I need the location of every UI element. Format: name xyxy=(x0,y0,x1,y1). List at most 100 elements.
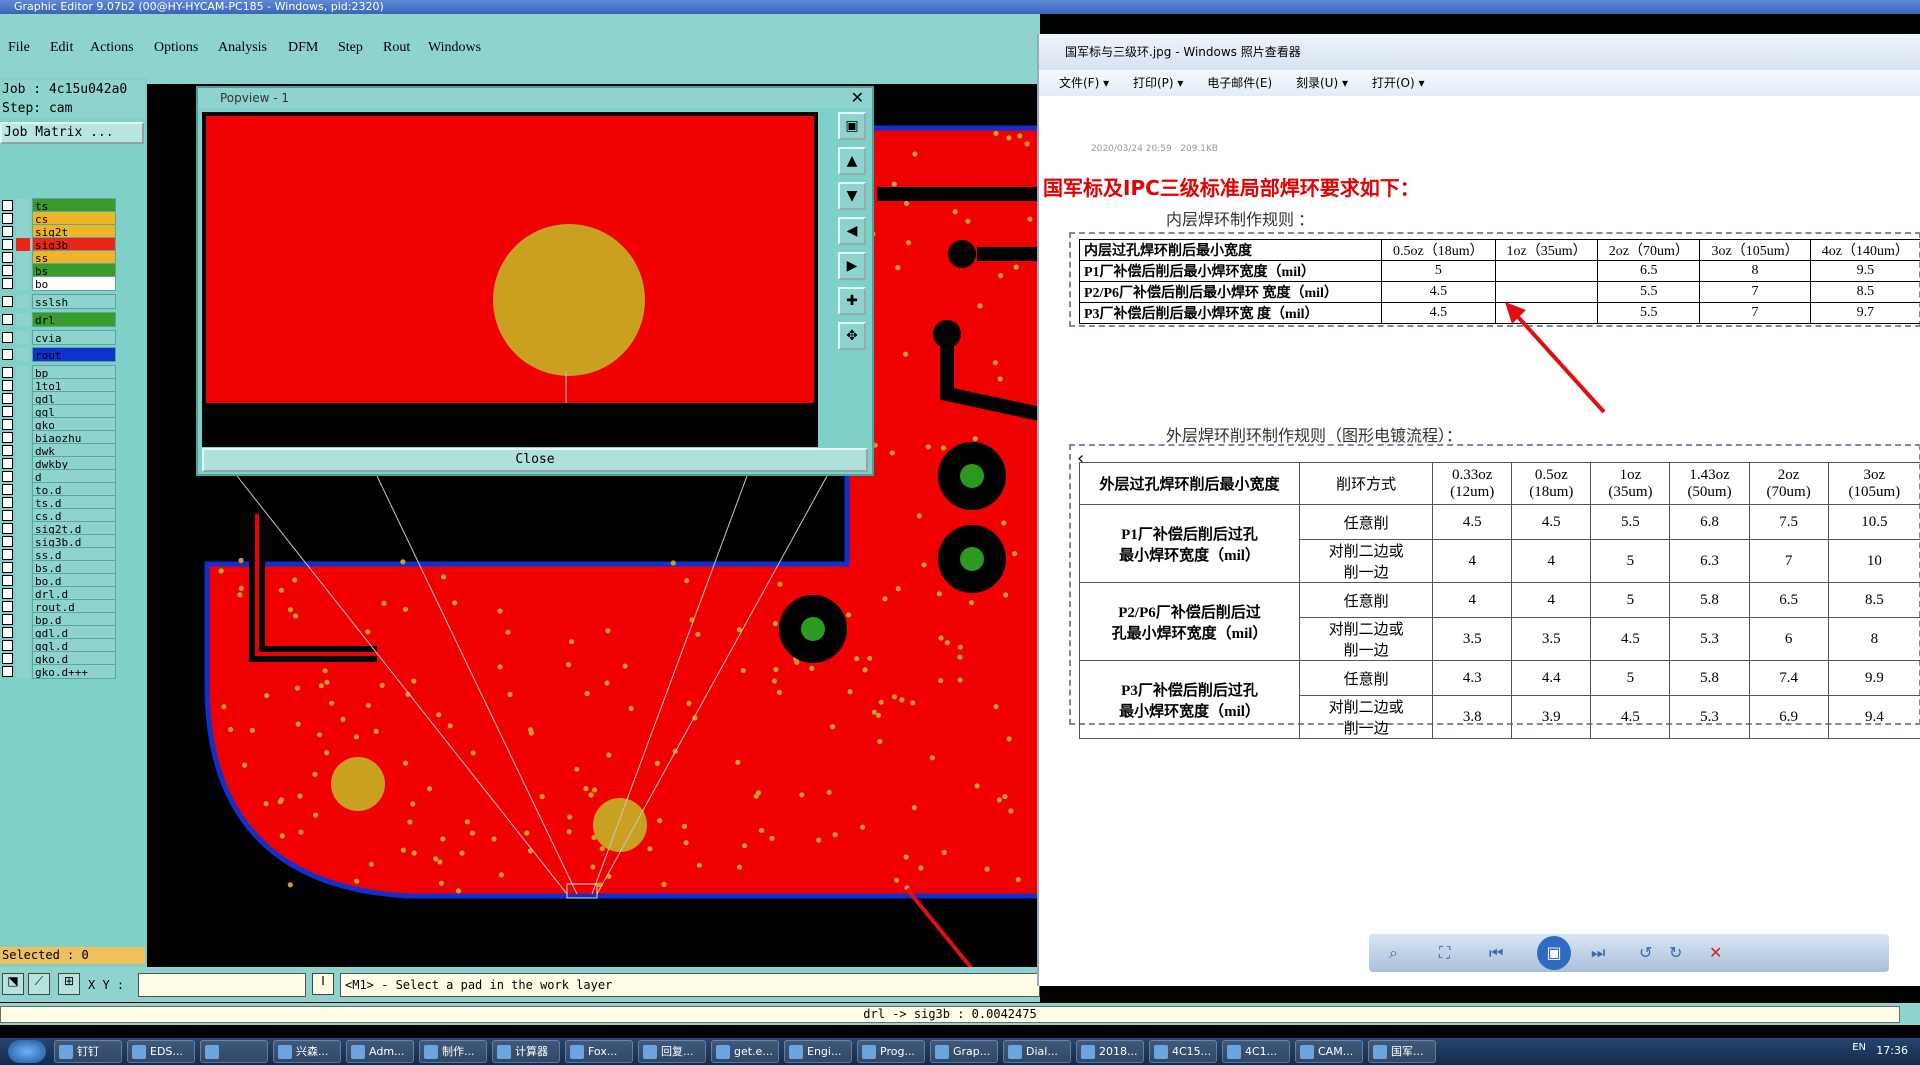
viewer-menu-file[interactable]: 文件(F) ▾ xyxy=(1059,76,1109,90)
taskbar-item[interactable] xyxy=(200,1040,268,1063)
layer-checkbox[interactable] xyxy=(2,432,13,443)
info-icon[interactable]: Ⅰ xyxy=(312,973,334,995)
layer-checkbox[interactable] xyxy=(2,484,13,495)
layer-checkbox[interactable] xyxy=(2,588,13,599)
layer-checkbox[interactable] xyxy=(2,314,13,325)
pad[interactable] xyxy=(331,757,385,811)
rotate-right-icon[interactable]: ↻ xyxy=(1669,943,1682,962)
taskbar-item[interactable]: Prog... xyxy=(857,1040,925,1063)
layer-checkbox[interactable] xyxy=(2,367,13,378)
layer-checkbox[interactable] xyxy=(2,471,13,482)
layer-checkbox[interactable] xyxy=(2,200,13,211)
previous-icon[interactable]: ⏮ xyxy=(1489,943,1503,963)
measure-icon[interactable]: ⟋ xyxy=(28,973,50,995)
delete-icon[interactable]: ✕ xyxy=(1709,943,1722,962)
layer-checkbox[interactable] xyxy=(2,380,13,391)
taskbar-item[interactable]: Grap... xyxy=(930,1040,998,1063)
actual-size-icon[interactable]: ⛶ xyxy=(1439,943,1450,963)
viewer-menu-email[interactable]: 电子邮件(E) xyxy=(1207,76,1272,90)
close-icon[interactable]: ✕ xyxy=(851,88,864,108)
layer-checkbox[interactable] xyxy=(2,393,13,404)
layer-checkbox[interactable] xyxy=(2,640,13,651)
layer-checkbox[interactable] xyxy=(2,226,13,237)
layer-checkbox[interactable] xyxy=(2,239,13,250)
layer-checkbox[interactable] xyxy=(2,653,13,664)
taskbar-item[interactable]: 4C15... xyxy=(1149,1040,1217,1063)
pan-down-icon[interactable]: ▼ xyxy=(838,182,866,210)
taskbar-item[interactable]: 4C1... xyxy=(1222,1040,1290,1063)
mode-icon[interactable]: ⬔ xyxy=(2,973,24,995)
layer-row-rout[interactable]: rout xyxy=(0,347,118,362)
layer-checkbox[interactable] xyxy=(2,445,13,456)
menu-rout[interactable]: Rout xyxy=(383,40,410,56)
next-icon[interactable]: ⏭ xyxy=(1591,943,1605,963)
menu-analysis[interactable]: Analysis xyxy=(218,40,267,56)
layer-row-drl[interactable]: drl xyxy=(0,312,118,327)
taskbar-item[interactable]: get.e... xyxy=(711,1040,779,1063)
layer-checkbox[interactable] xyxy=(2,666,13,677)
layer-row-cvia[interactable]: cvia xyxy=(0,330,118,345)
language-indicator[interactable]: EN xyxy=(1852,1042,1866,1053)
pan-left-icon[interactable]: ◀ xyxy=(838,217,866,245)
taskbar-item[interactable]: 钉钉 xyxy=(54,1040,122,1063)
taskbar-item[interactable]: Engi... xyxy=(784,1040,852,1063)
layer-checkbox[interactable] xyxy=(2,296,13,307)
start-button[interactable] xyxy=(8,1040,46,1063)
menu-options[interactable]: Options xyxy=(154,40,198,56)
taskbar-item[interactable]: 兴森... xyxy=(273,1040,341,1063)
job-matrix-button[interactable]: Job Matrix ... xyxy=(0,122,144,144)
layer-row-gko-d-[interactable]: gko.d+++ xyxy=(0,664,118,679)
grid-icon[interactable]: ⊞ xyxy=(58,973,80,995)
taskbar-item[interactable]: EDS... xyxy=(127,1040,195,1063)
layer-checkbox[interactable] xyxy=(2,406,13,417)
taskbar-item[interactable]: 回复... xyxy=(638,1040,706,1063)
viewer-menu-burn[interactable]: 刻录(U) ▾ xyxy=(1296,76,1348,90)
taskbar-item[interactable]: CAM... xyxy=(1295,1040,1363,1063)
layer-row-bo[interactable]: bo xyxy=(0,276,118,291)
zoom-in-icon[interactable]: ✚ xyxy=(838,287,866,315)
pan-right-icon[interactable]: ▶ xyxy=(838,252,866,280)
layer-checkbox[interactable] xyxy=(2,549,13,560)
layer-checkbox[interactable] xyxy=(2,278,13,289)
viewer-menu-open[interactable]: 打开(O) ▾ xyxy=(1372,76,1425,90)
layer-checkbox[interactable] xyxy=(2,575,13,586)
popview-close-button[interactable]: Close xyxy=(202,448,868,472)
menu-step[interactable]: Step xyxy=(338,40,363,56)
taskbar-item[interactable]: 计算器 xyxy=(492,1040,560,1063)
pan-up-icon[interactable]: ▲ xyxy=(838,147,866,175)
layer-checkbox[interactable] xyxy=(2,497,13,508)
taskbar-item[interactable]: Fox... xyxy=(565,1040,633,1063)
layer-checkbox[interactable] xyxy=(2,458,13,469)
taskbar-item[interactable]: 国军... xyxy=(1368,1040,1436,1063)
zoom-icon[interactable]: ⌕ xyxy=(1389,943,1398,963)
layer-row-sslsh[interactable]: sslsh xyxy=(0,294,118,309)
taskbar-item[interactable]: 制作... xyxy=(419,1040,487,1063)
taskbar-item[interactable]: Dial... xyxy=(1003,1040,1071,1063)
menu-windows[interactable]: Windows xyxy=(428,40,481,56)
menu-file[interactable]: File xyxy=(8,40,30,56)
viewer-menu-print[interactable]: 打印(P) ▾ xyxy=(1133,76,1183,90)
slideshow-icon[interactable]: ▣ xyxy=(1537,936,1571,970)
selected-pad[interactable] xyxy=(593,798,647,852)
layer-checkbox[interactable] xyxy=(2,510,13,521)
rotate-left-icon[interactable]: ↺ xyxy=(1639,943,1652,962)
menu-edit[interactable]: Edit xyxy=(50,40,73,56)
taskbar-item[interactable]: Adm... xyxy=(346,1040,414,1063)
layer-checkbox[interactable] xyxy=(2,419,13,430)
layer-checkbox[interactable] xyxy=(2,252,13,263)
layer-checkbox[interactable] xyxy=(2,523,13,534)
layer-checkbox[interactable] xyxy=(2,614,13,625)
layer-checkbox[interactable] xyxy=(2,601,13,612)
layer-checkbox[interactable] xyxy=(2,265,13,276)
xy-input[interactable] xyxy=(138,973,306,997)
layer-checkbox[interactable] xyxy=(2,332,13,343)
layer-checkbox[interactable] xyxy=(2,349,13,360)
taskbar-item[interactable]: 2018... xyxy=(1076,1040,1144,1063)
layer-checkbox[interactable] xyxy=(2,562,13,573)
layer-checkbox[interactable] xyxy=(2,627,13,638)
zoom-fit-icon[interactable]: ▣ xyxy=(838,112,866,140)
menu-actions[interactable]: Actions xyxy=(90,40,134,56)
layer-checkbox[interactable] xyxy=(2,536,13,547)
zoom-out-icon[interactable]: ✥ xyxy=(838,322,866,350)
menu-dfm[interactable]: DFM xyxy=(288,40,318,56)
